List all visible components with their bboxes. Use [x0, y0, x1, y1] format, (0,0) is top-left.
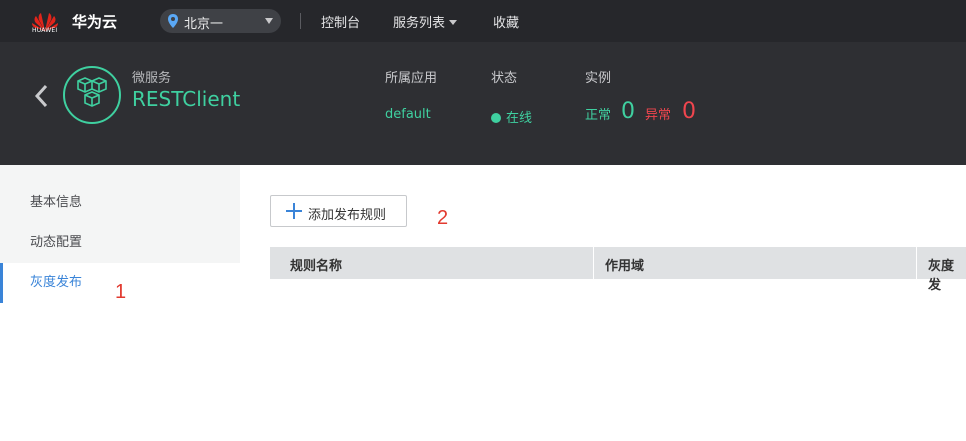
sidebar-item-dynamic-config[interactable]: 动态配置	[0, 223, 240, 263]
status-badge: 在线	[491, 107, 532, 126]
plus-icon	[286, 203, 302, 219]
brand-name[interactable]: 华为云	[72, 11, 117, 32]
column-divider	[916, 247, 917, 279]
abnormal-label: 异常	[645, 108, 672, 123]
logo-text: HUAWEI	[32, 27, 58, 34]
instance-label: 实例	[585, 71, 612, 86]
back-arrow-icon[interactable]	[34, 84, 50, 108]
region-selector[interactable]: 北京一	[160, 9, 281, 33]
nav-service-list[interactable]: 服务列表	[393, 12, 458, 31]
microservice-icon	[63, 66, 121, 124]
abnormal-count: 0	[682, 99, 696, 124]
chevron-down-icon	[449, 20, 458, 25]
column-header-gray: 灰度发	[928, 259, 955, 293]
sidebar-item-basic-info[interactable]: 基本信息	[0, 183, 240, 223]
normal-label: 正常	[585, 108, 612, 123]
rules-table-header: 规则名称 作用域 灰度发	[270, 247, 966, 293]
nav-service-list-label: 服务列表	[393, 16, 446, 31]
annotation-marker: 2	[437, 207, 449, 229]
top-nav: HUAWEI 华为云 北京一 控制台 服务列表 收藏	[0, 0, 966, 42]
column-header-scope: 作用域	[605, 259, 645, 274]
service-type-label: 微服务	[132, 71, 172, 86]
nav-favorites[interactable]: 收藏	[493, 12, 519, 31]
service-name: RESTClient	[132, 87, 241, 111]
nav-console[interactable]: 控制台	[321, 12, 360, 31]
status-label: 状态	[491, 71, 518, 86]
status-dot-icon	[491, 113, 501, 123]
column-header-rule-name: 规则名称	[290, 259, 343, 274]
region-label: 北京一	[184, 17, 224, 32]
app-label: 所属应用	[385, 71, 438, 86]
chevron-down-icon	[265, 18, 273, 24]
add-release-rule-button[interactable]: 添加发布规则	[270, 195, 407, 227]
app-value: default	[385, 107, 431, 122]
normal-count: 0	[621, 99, 635, 124]
add-release-rule-label: 添加发布规则	[308, 208, 387, 223]
location-pin-icon	[168, 14, 178, 28]
annotation-marker: 1	[115, 281, 127, 303]
status-value: 在线	[506, 111, 533, 126]
nav-divider	[300, 13, 301, 29]
column-divider	[593, 247, 594, 279]
